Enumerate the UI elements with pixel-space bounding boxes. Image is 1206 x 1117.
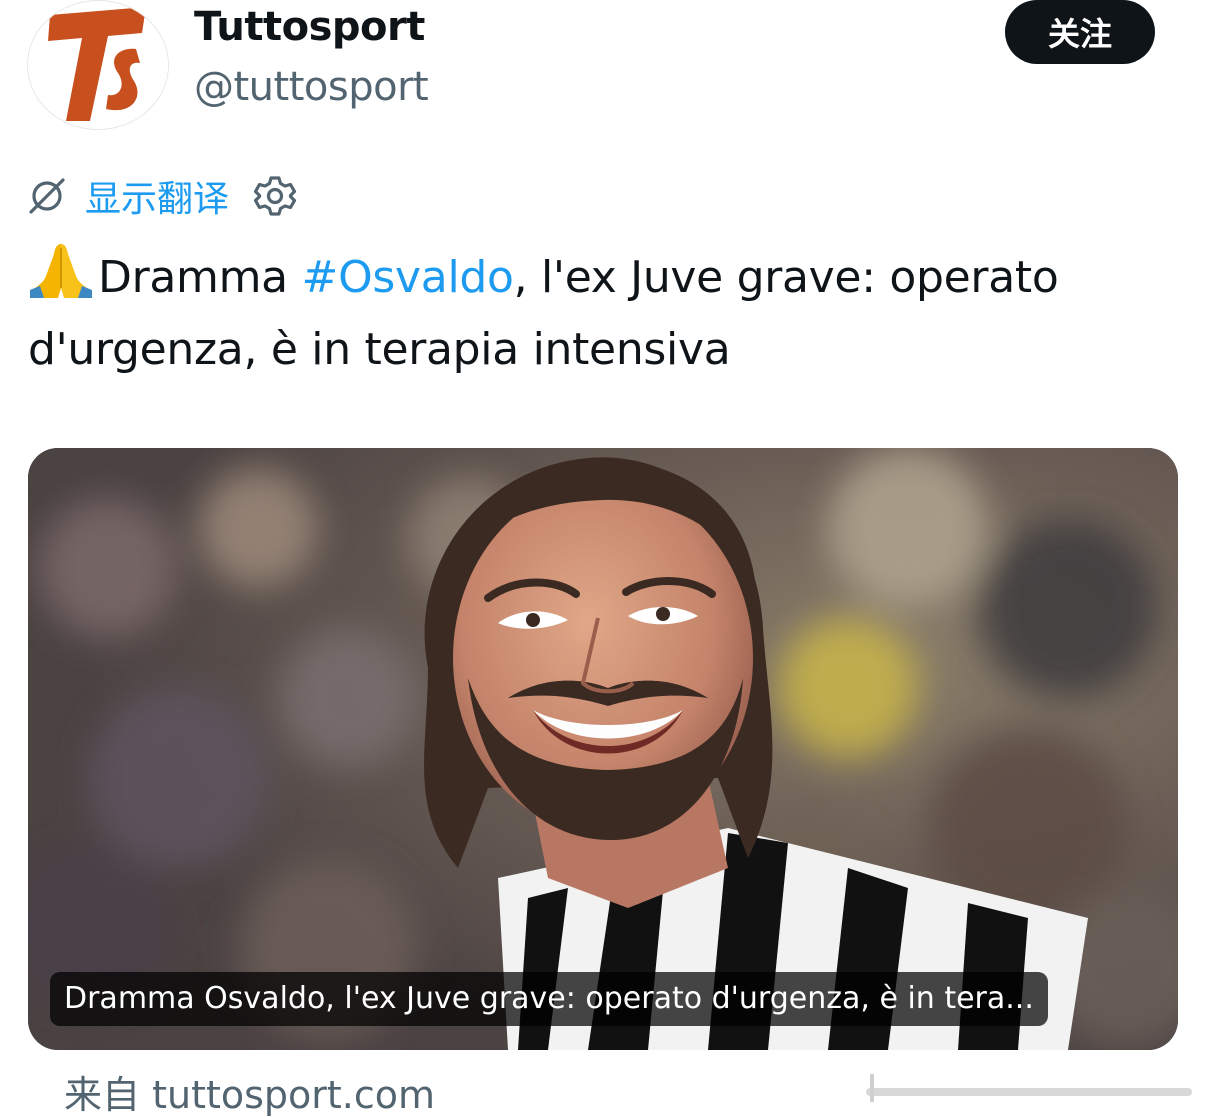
show-translation-link[interactable]: 显示翻译 [85,170,229,222]
hashtag-link[interactable]: #Osvaldo [302,252,514,303]
translate-row: 显示翻译 [27,172,297,220]
card-source-link[interactable]: 来自 tuttosport.com [64,1064,435,1117]
account-display-name[interactable]: Tuttosport [194,4,425,50]
account-handle[interactable]: @tuttosport [194,64,429,110]
follow-button[interactable]: 关注 [1005,0,1155,64]
tweet-text-part-1: Dramma [98,252,302,303]
article-photo [28,448,1178,1050]
folded-hands-emoji [30,244,92,298]
tweet-text: Dramma #Osvaldo, l'ex Juve grave: operat… [28,240,1188,386]
tuttosport-logo-icon [28,1,168,129]
gear-icon[interactable] [253,174,297,218]
avatar[interactable] [27,0,169,130]
translate-globe-icon [29,178,65,214]
card-caption: Dramma Osvaldo, l'ex Juve grave: operato… [50,972,1048,1026]
link-card[interactable]: Dramma Osvaldo, l'ex Juve grave: operato… [28,448,1178,1050]
scroll-indicator [866,1074,1192,1102]
